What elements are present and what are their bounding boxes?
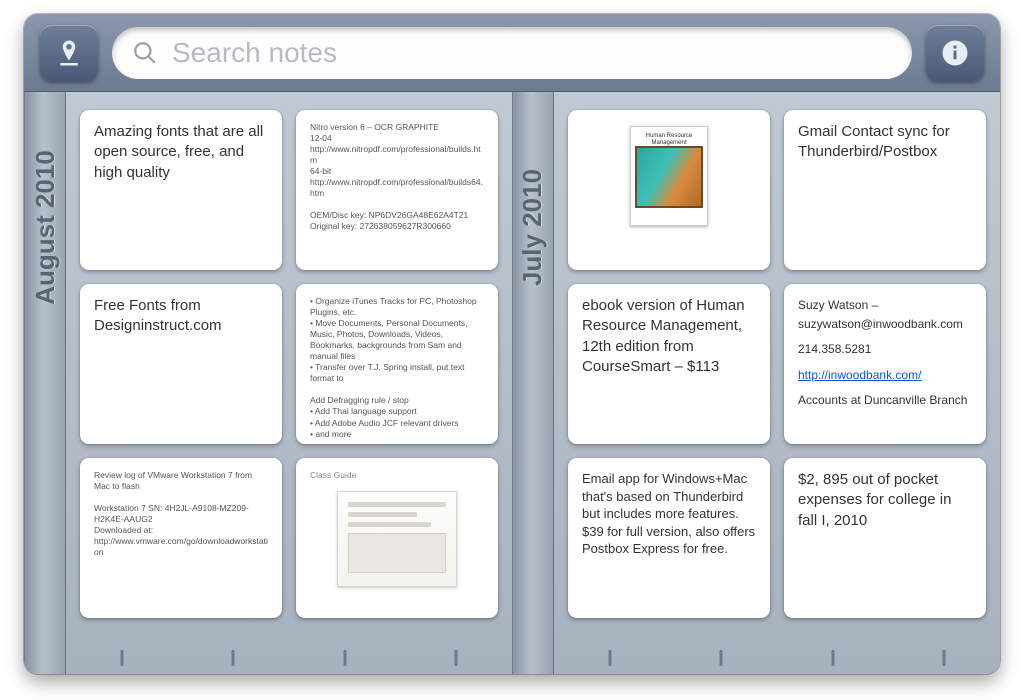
month-label: July 2010 xyxy=(518,169,549,286)
note-card[interactable]: $2, 895 out of pocket expenses for colle… xyxy=(784,458,986,618)
search-icon xyxy=(132,40,158,66)
contact-block: Suzy Watson – suzywatson@inwoodbank.com … xyxy=(798,296,972,410)
contact-link[interactable]: http://inwoodbank.com/ xyxy=(798,368,921,382)
timeline-ticks xyxy=(24,640,512,666)
screenshot-thumbnail xyxy=(337,491,457,587)
contact-extra: Accounts at Duncanville Branch xyxy=(798,391,972,410)
note-card[interactable]: • Organize iTunes Tracks for PC, Photosh… xyxy=(296,284,498,444)
thumbnail-caption: Class Guide xyxy=(310,470,484,481)
note-text: Nitro version 6 – OCR GRAPHITE 12-04 htt… xyxy=(310,122,484,232)
month-column-august-2010: August 2010 Amazing fonts that are all o… xyxy=(24,92,512,674)
note-card[interactable]: Free Fonts from Designinstruct.com xyxy=(80,284,282,444)
note-text: $2, 895 out of pocket expenses for colle… xyxy=(798,470,972,531)
contact-name: Suzy Watson – xyxy=(798,296,972,315)
note-card[interactable]: Email app for Windows+Mac that's based o… xyxy=(568,458,770,618)
notes-grid: Human Resource Management Gmail Contact … xyxy=(554,92,1000,674)
note-text: Gmail Contact sync for Thunderbird/Postb… xyxy=(798,122,972,163)
note-card[interactable]: Review log of VMware Workstation 7 from … xyxy=(80,458,282,618)
note-card[interactable]: Amazing fonts that are all open source, … xyxy=(80,110,282,270)
note-card[interactable]: Class Guide xyxy=(296,458,498,618)
search-input[interactable] xyxy=(172,37,892,69)
info-button[interactable] xyxy=(926,25,984,81)
timeline-ticks xyxy=(512,640,1000,666)
toolbar xyxy=(24,14,1000,92)
contact-phone: 214.358.5281 xyxy=(798,340,972,359)
note-text: Review log of VMware Workstation 7 from … xyxy=(94,470,268,558)
note-card[interactable]: ebook version of Human Resource Manageme… xyxy=(568,284,770,444)
note-card[interactable]: Suzy Watson – suzywatson@inwoodbank.com … xyxy=(784,284,986,444)
book-title: Human Resource Management xyxy=(635,133,703,146)
month-label: August 2010 xyxy=(30,150,61,305)
contact-email: suzywatson@inwoodbank.com xyxy=(798,315,972,334)
month-column-july-2010: July 2010 Human Resource Management Gmai… xyxy=(512,92,1000,674)
pin-icon xyxy=(54,38,84,68)
month-rail: August 2010 xyxy=(24,92,66,674)
timeline[interactable]: August 2010 Amazing fonts that are all o… xyxy=(24,92,1000,674)
note-card[interactable]: Gmail Contact sync for Thunderbird/Postb… xyxy=(784,110,986,270)
book-thumbnail: Human Resource Management xyxy=(630,126,708,226)
note-text: Email app for Windows+Mac that's based o… xyxy=(582,470,756,558)
note-card[interactable]: Human Resource Management xyxy=(568,110,770,270)
info-icon xyxy=(940,38,970,68)
note-card[interactable]: Nitro version 6 – OCR GRAPHITE 12-04 htt… xyxy=(296,110,498,270)
notes-grid: Amazing fonts that are all open source, … xyxy=(66,92,512,674)
app-window: August 2010 Amazing fonts that are all o… xyxy=(24,14,1000,674)
note-text: Amazing fonts that are all open source, … xyxy=(94,122,268,183)
search-field[interactable] xyxy=(112,27,912,79)
location-button[interactable] xyxy=(40,25,98,81)
note-text: ebook version of Human Resource Manageme… xyxy=(582,296,756,377)
note-text: • Organize iTunes Tracks for PC, Photosh… xyxy=(310,296,484,444)
note-text: Free Fonts from Designinstruct.com xyxy=(94,296,268,337)
month-rail: July 2010 xyxy=(512,92,554,674)
